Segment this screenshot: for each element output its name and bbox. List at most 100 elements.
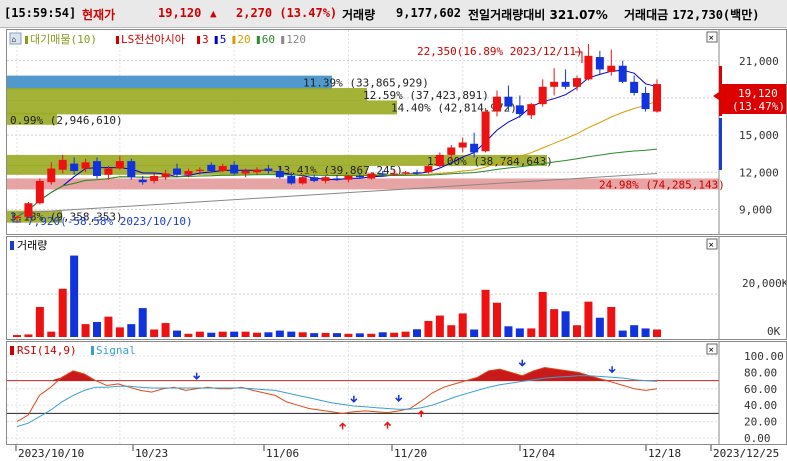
candle-body <box>115 161 124 169</box>
volume-bar <box>584 301 593 337</box>
legend-swatch <box>25 36 28 44</box>
rsi-title: RSI(14,9) <box>17 344 77 357</box>
volume-chart[interactable]: 거래량 × 20,000K 0K <box>7 237 786 339</box>
prev-ratio-label: 전일거래량대비 <box>468 8 546 22</box>
candle-body <box>47 168 56 183</box>
candle-body <box>550 81 559 87</box>
candle-body <box>573 78 581 87</box>
volume-bar <box>413 329 421 337</box>
trade-amount: 거래대금 172,730(백만) <box>624 6 759 23</box>
legend-label: 20 <box>237 33 250 46</box>
volume-profile-band <box>7 88 367 102</box>
volume-bar <box>264 332 273 337</box>
volume-bar <box>321 332 330 337</box>
legend-label: LS전선아시아 <box>121 33 185 46</box>
volume-bar <box>47 331 56 337</box>
candle-body <box>195 169 204 172</box>
candle-body <box>561 81 570 87</box>
candle-body <box>138 179 147 183</box>
candle-body <box>458 142 467 148</box>
volume-bar <box>241 331 250 337</box>
rsi-tick-label: 100.00 <box>744 350 784 363</box>
up-arrow-icon: ▲ <box>210 7 217 20</box>
legend-label: 5 <box>220 33 227 46</box>
volume-bar <box>24 334 33 337</box>
candle-body <box>538 86 547 105</box>
prev-volume-ratio: 전일거래량대비 321.07% <box>468 6 608 23</box>
volume-profile-label: 11.39% (33,865,929) <box>303 77 429 90</box>
price-tick-label: 15,000 <box>739 129 779 142</box>
volume-bar <box>630 325 639 337</box>
volume-panel[interactable]: 거래량 × 20,000K 0K <box>6 236 787 340</box>
volume-bar <box>218 331 227 337</box>
volume-bar <box>287 331 296 337</box>
volume-bar <box>173 330 181 337</box>
candle-body <box>207 164 216 172</box>
candle-body <box>435 154 444 167</box>
volume-bar <box>104 316 113 337</box>
volume-value: 9,177,602 <box>396 6 462 20</box>
volume-bar <box>367 333 376 337</box>
volume-bar <box>275 330 284 337</box>
volume-bar <box>515 328 524 337</box>
candle-body <box>653 84 661 112</box>
volume-bar <box>390 332 399 337</box>
volume-bar <box>504 326 513 337</box>
rsi-chart[interactable]: RSI(14,9) Signal × 100.00 80.00 60.00 40.00… <box>7 342 786 444</box>
volume-bar <box>161 323 170 337</box>
home-icon-glyph: ⌂ <box>12 35 17 44</box>
candle-body <box>413 172 421 174</box>
volume-bar <box>58 288 67 337</box>
volume-bar <box>115 327 124 337</box>
candle-body <box>333 178 341 180</box>
close-icon[interactable]: × <box>706 31 718 44</box>
candle-body <box>275 171 284 178</box>
legend-label: 대기매물(10) <box>30 33 97 46</box>
last-price-value: 19,120 <box>738 87 778 100</box>
volume-profile-label: 0.99% (2,946,610) <box>10 114 123 127</box>
rsi-tick-label: 0.00 <box>744 432 771 444</box>
price-panel[interactable]: 11.39% (33,865,929) 12.59% (37,423,891) 14… <box>6 29 787 235</box>
volume-bar <box>538 292 547 337</box>
rsi-tick-label: 40.00 <box>744 399 777 412</box>
candle-body <box>104 168 113 175</box>
volume-close-icon[interactable]: × <box>706 238 718 251</box>
legend-swatch <box>214 36 218 44</box>
range-bar-down <box>719 118 722 170</box>
x-axis-label: 2023/12/25 <box>713 447 779 460</box>
volume-bar <box>595 317 604 337</box>
volume-bar <box>207 332 216 337</box>
volume-profile-band <box>7 75 332 90</box>
legend-label: 120 <box>286 33 306 46</box>
volume-bar <box>127 324 136 337</box>
volume-bar <box>550 309 559 337</box>
volume-bar <box>401 331 410 337</box>
volume-label: 거래량 <box>342 8 376 22</box>
candle-body <box>630 81 639 93</box>
rsi-panel[interactable]: RSI(14,9) Signal × 100.00 80.00 60.00 40.00… <box>6 341 787 445</box>
volume-bar <box>355 333 364 337</box>
candle-body <box>504 96 513 107</box>
price-chart[interactable]: 11.39% (33,865,929)12.59% (37,423,891)14… <box>7 30 786 234</box>
signal-legend-swatch <box>91 346 94 355</box>
volume-profile-label: 12.59% (37,423,891) <box>363 89 489 102</box>
volume-bar <box>378 332 387 337</box>
volume-bar <box>81 324 90 337</box>
candle-body <box>390 173 399 175</box>
candle-body <box>287 175 296 184</box>
candle-body <box>481 111 490 152</box>
candle-body <box>173 168 181 175</box>
rsi-tick-label: 80.00 <box>744 366 777 379</box>
candle-body <box>344 175 353 180</box>
candle-body <box>150 175 159 181</box>
legend-swatch <box>232 36 236 44</box>
x-axis-label: 10/23 <box>135 447 168 460</box>
price-legend: ⌂ 대기매물(10) LS전선아시아 3 5 20 60 120 <box>9 32 306 46</box>
rsi-tick-label: 20.00 <box>744 416 777 429</box>
volume-bar <box>93 322 101 337</box>
amount-value: 172,730(백만) <box>672 8 760 22</box>
volume-bar <box>607 307 616 337</box>
x-axis-label: 11/20 <box>394 447 427 460</box>
candle-body <box>607 65 616 72</box>
rsi-close-icon[interactable]: × <box>706 343 718 356</box>
